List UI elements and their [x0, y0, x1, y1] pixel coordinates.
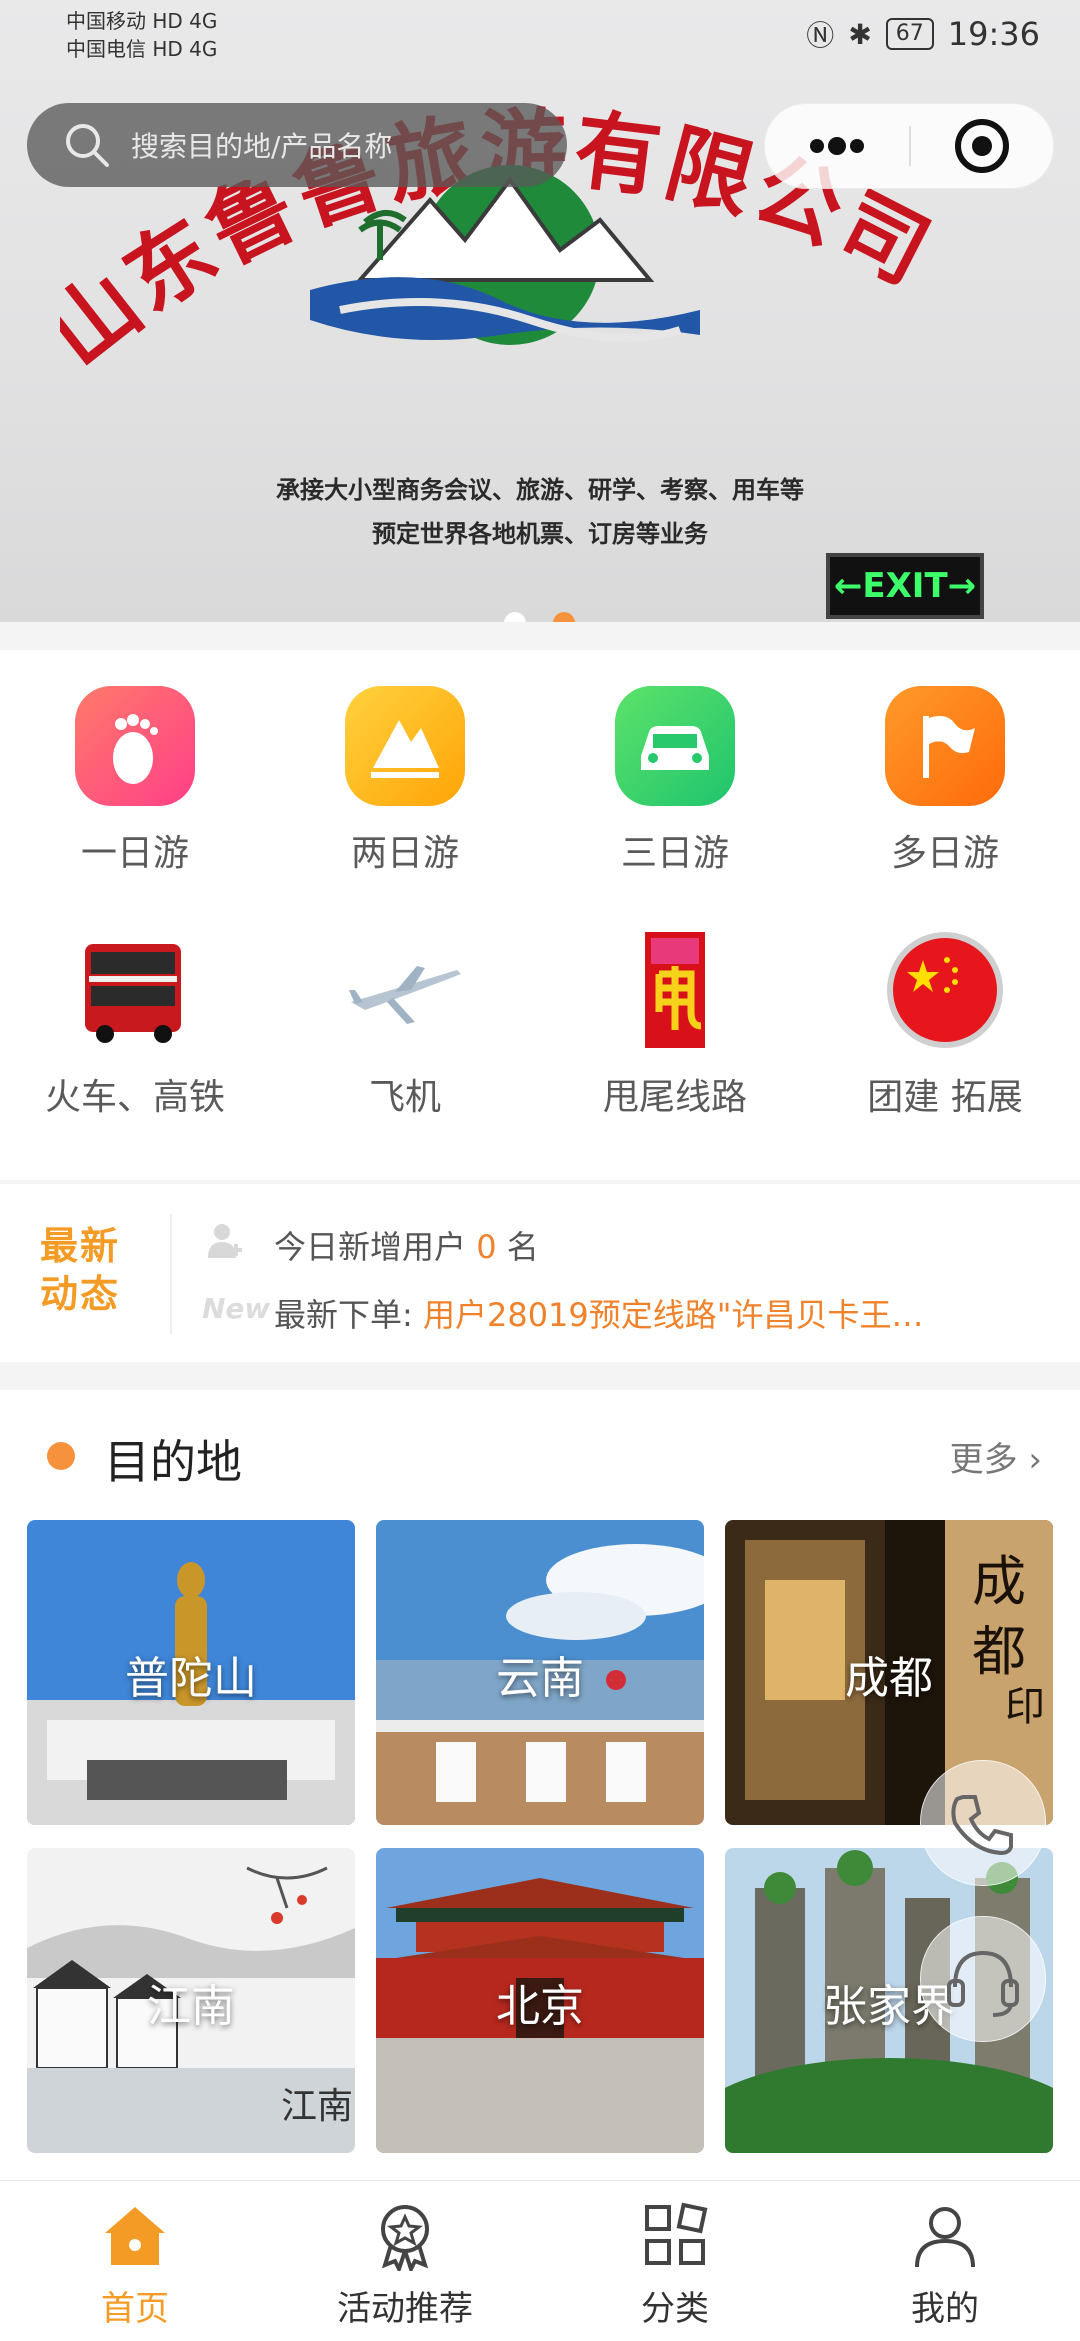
latest-news[interactable]: 最新动态 今日新增用户 0 名 New 最新下单: 用户28019预定线路"许昌… [0, 1184, 1080, 1362]
shuai-poster-icon [615, 930, 735, 1050]
tab-home[interactable]: 首页 [0, 2199, 270, 2330]
category-label: 两日游 [350, 833, 459, 874]
company-logo [310, 165, 700, 345]
section-dot [47, 1442, 75, 1470]
medal-star-icon [381, 2205, 429, 2275]
category-grid: 一日游 两日游 三日游 多日游 火车、高铁 飞机 甩尾线路 团建 拓展 [0, 650, 1080, 1180]
destination-tile-yunnan[interactable]: 云南 [376, 1520, 704, 1825]
tab-label: 分类 [641, 2289, 709, 2329]
car-icon [615, 686, 735, 806]
carrier-1: 中国移动 HD 4G [66, 9, 218, 33]
category-three-day[interactable]: 三日游 [540, 686, 810, 876]
category-team-building[interactable]: 团建 拓展 [810, 930, 1080, 1120]
more-link[interactable]: 更多 › [950, 1432, 1042, 1481]
news-divider [170, 1214, 172, 1334]
clock: 19:36 [947, 15, 1040, 53]
category-label: 飞机 [368, 1077, 441, 1118]
tab-activities[interactable]: 活动推荐 [270, 2199, 540, 2330]
grid-icon [645, 2202, 708, 2265]
exit-sign: ←EXIT→ [826, 553, 984, 619]
carousel-dot-1[interactable] [504, 612, 526, 622]
more-dots-icon [810, 137, 864, 155]
section-title: 目的地 [104, 1435, 242, 1489]
destinations-section: 目的地 更多 › 普陀山 云南 成 都 印 成都 江南 江南 北京 张家界 [0, 1390, 1080, 2180]
customer-service-button[interactable] [920, 1916, 1046, 2042]
category-label: 三日游 [620, 833, 729, 874]
latest-order-prefix: 最新下单: [274, 1296, 413, 1334]
bottom-tab-bar: 首页 活动推荐 分类 我的 [0, 2180, 1080, 2341]
headset-icon [947, 1950, 1019, 2017]
close-miniprogram-button[interactable] [911, 104, 1053, 188]
destination-name: 普陀山 [125, 1653, 257, 1704]
status-bar: 中国移动 HD 4G 中国电信 HD 4G Ⓝ ✱ 67 19:36 [0, 0, 1080, 70]
destination-name: 北京 [496, 1981, 584, 2032]
category-label: 甩尾线路 [602, 1077, 747, 1118]
news-badge: 最新动态 [40, 1224, 121, 1316]
home-icon [105, 2207, 165, 2265]
category-leftover-routes[interactable]: 甩尾线路 [540, 930, 810, 1120]
battery-indicator: 67 [885, 18, 934, 50]
target-close-icon [955, 119, 1009, 173]
destination-name: 云南 [496, 1653, 584, 1704]
category-label: 一日游 [80, 833, 189, 874]
category-multi-day[interactable]: 多日游 [810, 686, 1080, 876]
tab-categories[interactable]: 分类 [540, 2199, 810, 2330]
banner-slogan-line2: 预定世界各地机票、订房等业务 [372, 520, 708, 548]
svg-text:江南: 江南 [281, 2086, 353, 2127]
airplane-icon [345, 930, 465, 1050]
carousel-indicators [0, 612, 1080, 622]
category-plane[interactable]: 飞机 [270, 930, 540, 1120]
new-users-count: 0 [476, 1228, 497, 1266]
destination-name: 江南 [147, 1981, 235, 2032]
destination-tile-putuoshan[interactable]: 普陀山 [27, 1520, 355, 1825]
latest-order-text: 用户28019预定线路"许昌贝卡王… [422, 1296, 924, 1334]
search-placeholder: 搜索目的地/产品名称 [131, 130, 393, 163]
carousel-dot-2-active[interactable] [553, 612, 575, 622]
destination-tile-beijing[interactable]: 北京 [376, 1848, 704, 2153]
banner-carousel[interactable]: 山东鲁鲁旅游有限公司 承接大小型商务会议、旅游、研学、考察、用车等 预定世界各地… [0, 0, 1080, 622]
bluetooth-icon: ✱ [848, 17, 872, 51]
tab-label: 首页 [101, 2289, 169, 2329]
tab-profile[interactable]: 我的 [810, 2199, 1080, 2330]
flag-icon [885, 686, 1005, 806]
category-one-day[interactable]: 一日游 [0, 686, 270, 876]
miniprogram-capsule [764, 103, 1054, 189]
person-icon [915, 2207, 975, 2268]
svg-text:成: 成 [972, 1550, 1026, 1613]
category-train[interactable]: 火车、高铁 [0, 930, 270, 1120]
category-label: 多日游 [890, 833, 999, 874]
search-bar[interactable]: 搜索目的地/产品名称 [27, 103, 567, 187]
china-flag-icon [885, 930, 1005, 1050]
user-add-icon [208, 1224, 242, 1258]
search-icon [66, 124, 109, 167]
new-users-prefix: 今日新增用户 [274, 1228, 467, 1266]
new-mark-icon: New [202, 1292, 271, 1325]
phone-icon [951, 1795, 1013, 1856]
destination-name: 成都 [845, 1653, 933, 1704]
tab-label: 活动推荐 [337, 2289, 473, 2329]
phone-call-button[interactable] [920, 1760, 1046, 1886]
category-label: 团建 拓展 [867, 1077, 1023, 1118]
destination-tile-jiangnan[interactable]: 江南 江南 [27, 1848, 355, 2153]
mountain-icon [345, 686, 465, 806]
category-label: 火车、高铁 [44, 1077, 225, 1118]
new-users-row: 今日新增用户 0 名 [274, 1222, 539, 1268]
category-two-day[interactable]: 两日游 [270, 686, 540, 876]
footprint-icon [75, 686, 195, 806]
more-menu-button[interactable] [765, 104, 909, 188]
nfc-icon: Ⓝ [806, 19, 835, 52]
chevron-right-icon: › [1028, 1440, 1042, 1480]
carrier-2: 中国电信 HD 4G [66, 37, 218, 61]
banner-slogan-line1: 承接大小型商务会议、旅游、研学、考察、用车等 [276, 476, 804, 504]
more-label: 更多 [949, 1440, 1018, 1480]
tour-bus-icon [75, 930, 195, 1050]
new-users-suffix: 名 [506, 1228, 539, 1266]
latest-order-row[interactable]: 最新下单: 用户28019预定线路"许昌贝卡王… [274, 1290, 924, 1336]
tab-label: 我的 [911, 2289, 979, 2329]
